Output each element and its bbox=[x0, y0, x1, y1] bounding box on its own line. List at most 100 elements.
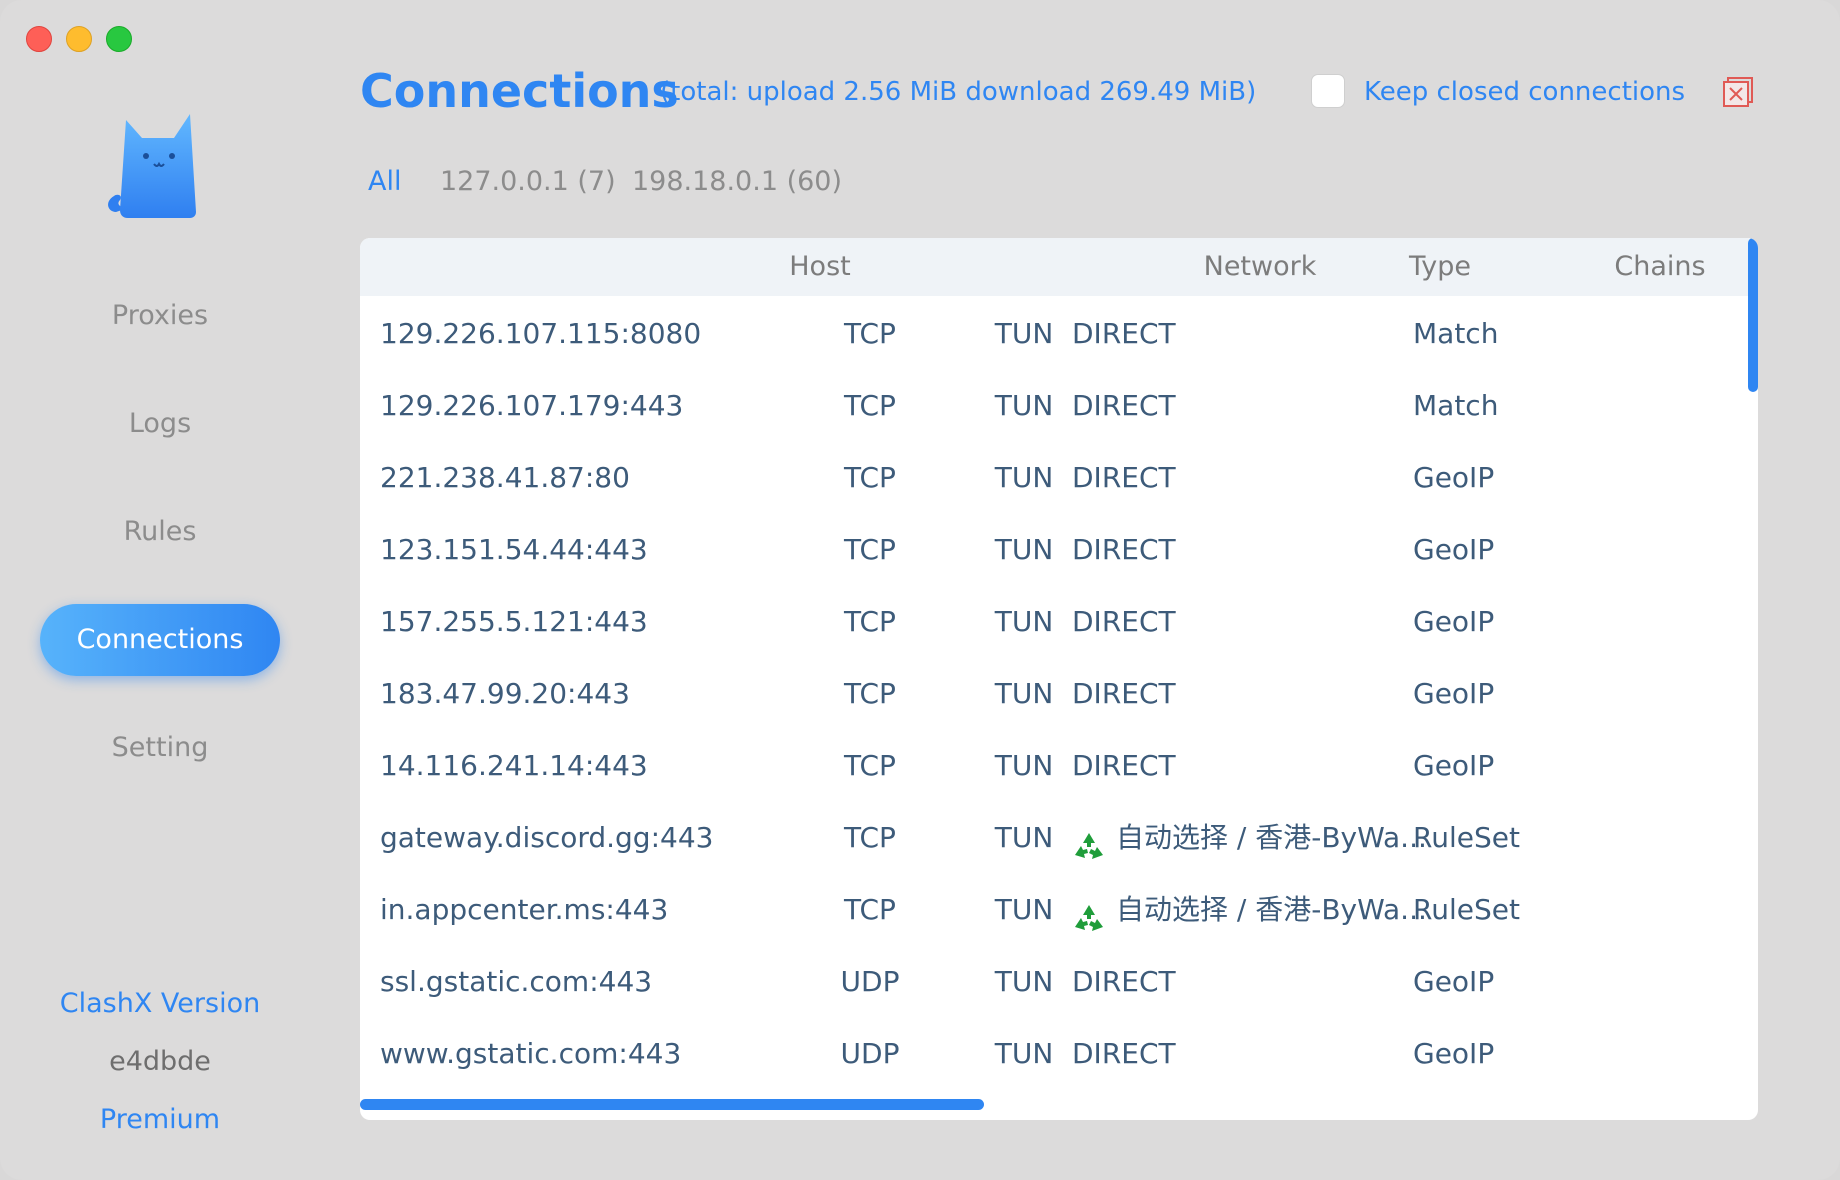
table-row[interactable]: in.appcenter.ms:443 TCP TUN 自动选择 / 香港-ByWa.… bbox=[360, 874, 1758, 946]
cell-type: TUN bbox=[994, 389, 1054, 422]
table-row[interactable]: www.gstatic.com:443 UDP TUN DIRECT GeoIP bbox=[360, 1018, 1758, 1090]
cell-type: TUN bbox=[994, 461, 1054, 494]
cell-type: TUN bbox=[994, 749, 1054, 782]
chain-label: DIRECT bbox=[1072, 965, 1176, 998]
filter-198-18-0-1[interactable]: 198.18.0.1 (60) bbox=[632, 166, 842, 197]
page-title: Connections bbox=[360, 64, 679, 118]
cell-network: UDP bbox=[840, 965, 900, 998]
nav-rules[interactable]: Rules bbox=[40, 496, 280, 568]
cell-type: TUN bbox=[994, 677, 1054, 710]
column-chains[interactable]: Chains bbox=[1520, 238, 1758, 296]
filter-all[interactable]: All bbox=[368, 166, 401, 197]
cell-chain: DIRECT bbox=[1072, 946, 1472, 1018]
cell-host: 183.47.99.20:443 bbox=[380, 677, 630, 710]
chain-label: DIRECT bbox=[1072, 749, 1176, 782]
cell-chain: DIRECT bbox=[1072, 442, 1472, 514]
nav-connections[interactable]: Connections bbox=[40, 604, 280, 676]
keep-closed-label[interactable]: Keep closed connections bbox=[1364, 77, 1685, 107]
cell-rule: GeoIP bbox=[1413, 461, 1495, 494]
app-window: Proxies Logs Rules Connections Setting C… bbox=[0, 0, 1840, 1180]
cell-host: 157.255.5.121:443 bbox=[380, 605, 648, 638]
cell-type: TUN bbox=[994, 605, 1054, 638]
cell-network: TCP bbox=[844, 677, 896, 710]
column-host[interactable]: Host bbox=[660, 238, 980, 296]
chain-label: DIRECT bbox=[1072, 317, 1176, 350]
cell-type: TUN bbox=[994, 533, 1054, 566]
table-row[interactable]: 129.226.107.115:8080 TCP TUN DIRECT Match bbox=[360, 298, 1758, 370]
cell-network: TCP bbox=[844, 749, 896, 782]
cell-chain: 自动选择 / 香港-ByWa... bbox=[1072, 802, 1472, 874]
version-hash: e4dbde bbox=[109, 1046, 211, 1077]
cell-rule: GeoIP bbox=[1413, 749, 1495, 782]
cell-type: TUN bbox=[994, 965, 1054, 998]
cell-type: TUN bbox=[994, 1037, 1054, 1070]
chain-label: 自动选择 / 香港-ByWa... bbox=[1116, 893, 1427, 926]
cell-chain: DIRECT bbox=[1072, 730, 1472, 802]
cell-chain: DIRECT bbox=[1072, 370, 1472, 442]
version-label: ClashX Version bbox=[59, 988, 261, 1019]
cell-host: 129.226.107.115:8080 bbox=[380, 317, 702, 350]
table-row[interactable]: 157.255.5.121:443 TCP TUN DIRECT GeoIP bbox=[360, 586, 1758, 658]
nav-setting[interactable]: Setting bbox=[40, 712, 280, 784]
cell-chain: DIRECT bbox=[1072, 1018, 1472, 1090]
chain-label: DIRECT bbox=[1072, 389, 1176, 422]
table-header: Host Network Type Chains bbox=[360, 238, 1758, 296]
cell-rule: RuleSet bbox=[1413, 821, 1520, 854]
keep-closed-checkbox[interactable] bbox=[1311, 74, 1345, 108]
cell-chain: DIRECT bbox=[1072, 658, 1472, 730]
traffic-total: (total: upload 2.56 MiB download 269.49 … bbox=[660, 77, 1257, 107]
table-row[interactable]: ssl.gstatic.com:443 UDP TUN DIRECT GeoIP bbox=[360, 946, 1758, 1018]
table-row[interactable]: 183.47.99.20:443 TCP TUN DIRECT GeoIP bbox=[360, 658, 1758, 730]
cell-host: gateway.discord.gg:443 bbox=[380, 821, 714, 854]
cell-network: TCP bbox=[844, 317, 896, 350]
cell-rule: RuleSet bbox=[1413, 893, 1520, 926]
table-row[interactable]: 129.226.107.179:443 TCP TUN DIRECT Match bbox=[360, 370, 1758, 442]
cell-chain: 自动选择 / 香港-ByWa... bbox=[1072, 874, 1472, 946]
cell-chain: DIRECT bbox=[1072, 298, 1472, 370]
cell-host: 123.151.54.44:443 bbox=[380, 533, 648, 566]
cell-host: www.gstatic.com:443 bbox=[380, 1037, 682, 1070]
cell-rule: GeoIP bbox=[1413, 677, 1495, 710]
sidebar: Proxies Logs Rules Connections Setting C… bbox=[0, 0, 320, 1180]
cell-type: TUN bbox=[994, 821, 1054, 854]
edition-label: Premium bbox=[99, 1104, 221, 1135]
chain-label: DIRECT bbox=[1072, 677, 1176, 710]
cell-rule: GeoIP bbox=[1413, 1037, 1495, 1070]
chain-label: DIRECT bbox=[1072, 1037, 1176, 1070]
cat-logo-icon bbox=[108, 114, 196, 218]
table-row[interactable]: 221.238.41.87:80 TCP TUN DIRECT GeoIP bbox=[360, 442, 1758, 514]
cell-chain: DIRECT bbox=[1072, 514, 1472, 586]
cell-network: TCP bbox=[844, 821, 896, 854]
cell-rule: GeoIP bbox=[1413, 965, 1495, 998]
cell-rule: Match bbox=[1413, 317, 1499, 350]
horizontal-scrollbar[interactable] bbox=[360, 1099, 984, 1110]
column-type[interactable]: Type bbox=[1380, 238, 1500, 296]
nav-logs[interactable]: Logs bbox=[40, 388, 280, 460]
cell-type: TUN bbox=[994, 893, 1054, 926]
vertical-scrollbar[interactable] bbox=[1748, 238, 1758, 392]
cell-network: TCP bbox=[844, 389, 896, 422]
table-row[interactable]: 14.116.241.14:443 TCP TUN DIRECT GeoIP bbox=[360, 730, 1758, 802]
cell-host: in.appcenter.ms:443 bbox=[380, 893, 669, 926]
connections-table: Host Network Type Chains 129.226.107.115… bbox=[360, 238, 1758, 1120]
cell-chain: DIRECT bbox=[1072, 586, 1472, 658]
cell-network: TCP bbox=[844, 605, 896, 638]
cell-rule: GeoIP bbox=[1413, 605, 1495, 638]
cell-network: UDP bbox=[840, 1037, 900, 1070]
filter-127-0-0-1[interactable]: 127.0.0.1 (7) bbox=[440, 166, 616, 197]
cell-rule: Match bbox=[1413, 389, 1499, 422]
table-row[interactable]: gateway.discord.gg:443 TCP TUN 自动选择 / 香港-By… bbox=[360, 802, 1758, 874]
cell-rule: GeoIP bbox=[1413, 533, 1495, 566]
recycle-icon bbox=[1072, 819, 1106, 859]
nav-proxies[interactable]: Proxies bbox=[40, 280, 280, 352]
column-network[interactable]: Network bbox=[1200, 238, 1320, 296]
cell-network: TCP bbox=[844, 461, 896, 494]
chain-label: DIRECT bbox=[1072, 461, 1176, 494]
close-all-icon[interactable] bbox=[1722, 76, 1754, 108]
cell-host: 221.238.41.87:80 bbox=[380, 461, 630, 494]
table-row[interactable]: 123.151.54.44:443 TCP TUN DIRECT GeoIP bbox=[360, 514, 1758, 586]
cell-host: ssl.gstatic.com:443 bbox=[380, 965, 653, 998]
chain-label: 自动选择 / 香港-ByWa... bbox=[1116, 821, 1427, 854]
cell-type: TUN bbox=[994, 317, 1054, 350]
chain-label: DIRECT bbox=[1072, 533, 1176, 566]
